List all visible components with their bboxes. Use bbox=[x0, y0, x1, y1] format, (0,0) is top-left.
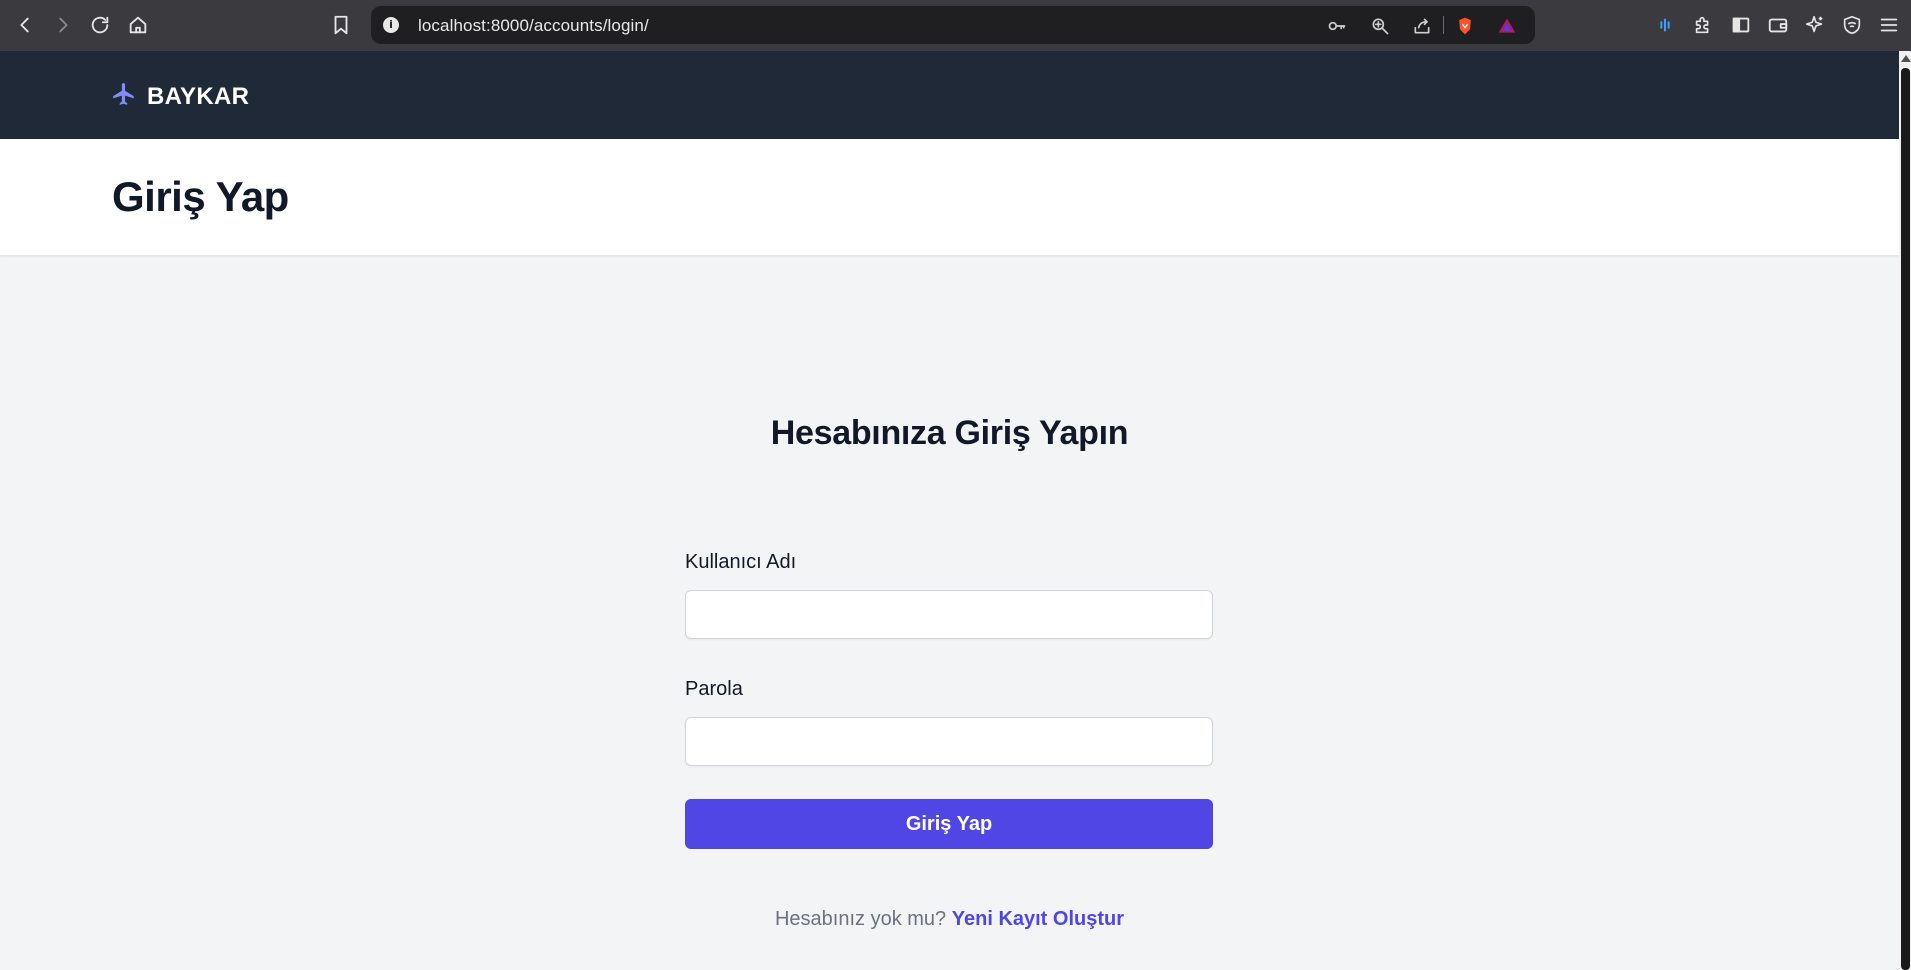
username-label: Kullanıcı Adı bbox=[685, 551, 797, 573]
page-header: Giriş Yap bbox=[0, 139, 1899, 256]
speech-reader-icon[interactable] bbox=[1653, 13, 1677, 37]
url-text[interactable]: localhost:8000/accounts/login/ bbox=[418, 16, 649, 36]
signup-prompt-line: Hesabınız yok mu? Yeni Kayıt Oluştur bbox=[0, 908, 1899, 931]
sidebar-icon[interactable] bbox=[1729, 13, 1753, 37]
signup-prompt: Hesabınız yok mu? bbox=[774, 908, 947, 930]
browser-toolbar: i localhost:8000/accounts/login/ bbox=[0, 0, 1911, 51]
vpn-icon[interactable] bbox=[1840, 13, 1864, 37]
leo-ai-icon[interactable] bbox=[1803, 13, 1827, 37]
page-title: Giriş Yap bbox=[112, 173, 289, 220]
address-bar[interactable]: i localhost:8000/accounts/login/ bbox=[371, 6, 1535, 44]
wallet-icon[interactable] bbox=[1766, 13, 1790, 37]
url-separator bbox=[1443, 16, 1444, 34]
share-icon[interactable] bbox=[1411, 15, 1433, 37]
forward-icon[interactable] bbox=[49, 11, 77, 39]
form-heading: Hesabınıza Giriş Yapın bbox=[770, 414, 1129, 452]
password-input[interactable] bbox=[685, 717, 1213, 766]
menu-icon[interactable] bbox=[1877, 13, 1901, 37]
username-input[interactable] bbox=[685, 590, 1213, 639]
brave-shields-icon[interactable] bbox=[1454, 15, 1476, 37]
scrollbar-thumb[interactable] bbox=[1901, 68, 1910, 970]
site-info-icon[interactable]: i bbox=[383, 17, 399, 33]
reload-icon[interactable] bbox=[86, 11, 114, 39]
home-icon[interactable] bbox=[124, 11, 152, 39]
signup-link[interactable]: Yeni Kayıt Oluştur bbox=[952, 908, 1124, 930]
scroll-up-arrow-icon[interactable] bbox=[1901, 55, 1911, 62]
bookmark-icon[interactable] bbox=[327, 11, 355, 39]
back-icon[interactable] bbox=[11, 11, 39, 39]
password-key-icon[interactable] bbox=[1326, 15, 1348, 37]
login-button[interactable]: Giriş Yap bbox=[685, 799, 1213, 849]
airplane-icon bbox=[111, 81, 147, 112]
brand-name: BAYKAR bbox=[147, 82, 250, 110]
site-navbar: BAYKAR bbox=[0, 51, 1899, 139]
password-label: Parola bbox=[685, 678, 743, 700]
brave-rewards-icon[interactable] bbox=[1496, 15, 1518, 37]
zoom-icon[interactable] bbox=[1369, 15, 1391, 37]
brand-link[interactable]: BAYKAR bbox=[111, 81, 249, 112]
extensions-icon[interactable] bbox=[1691, 13, 1715, 37]
